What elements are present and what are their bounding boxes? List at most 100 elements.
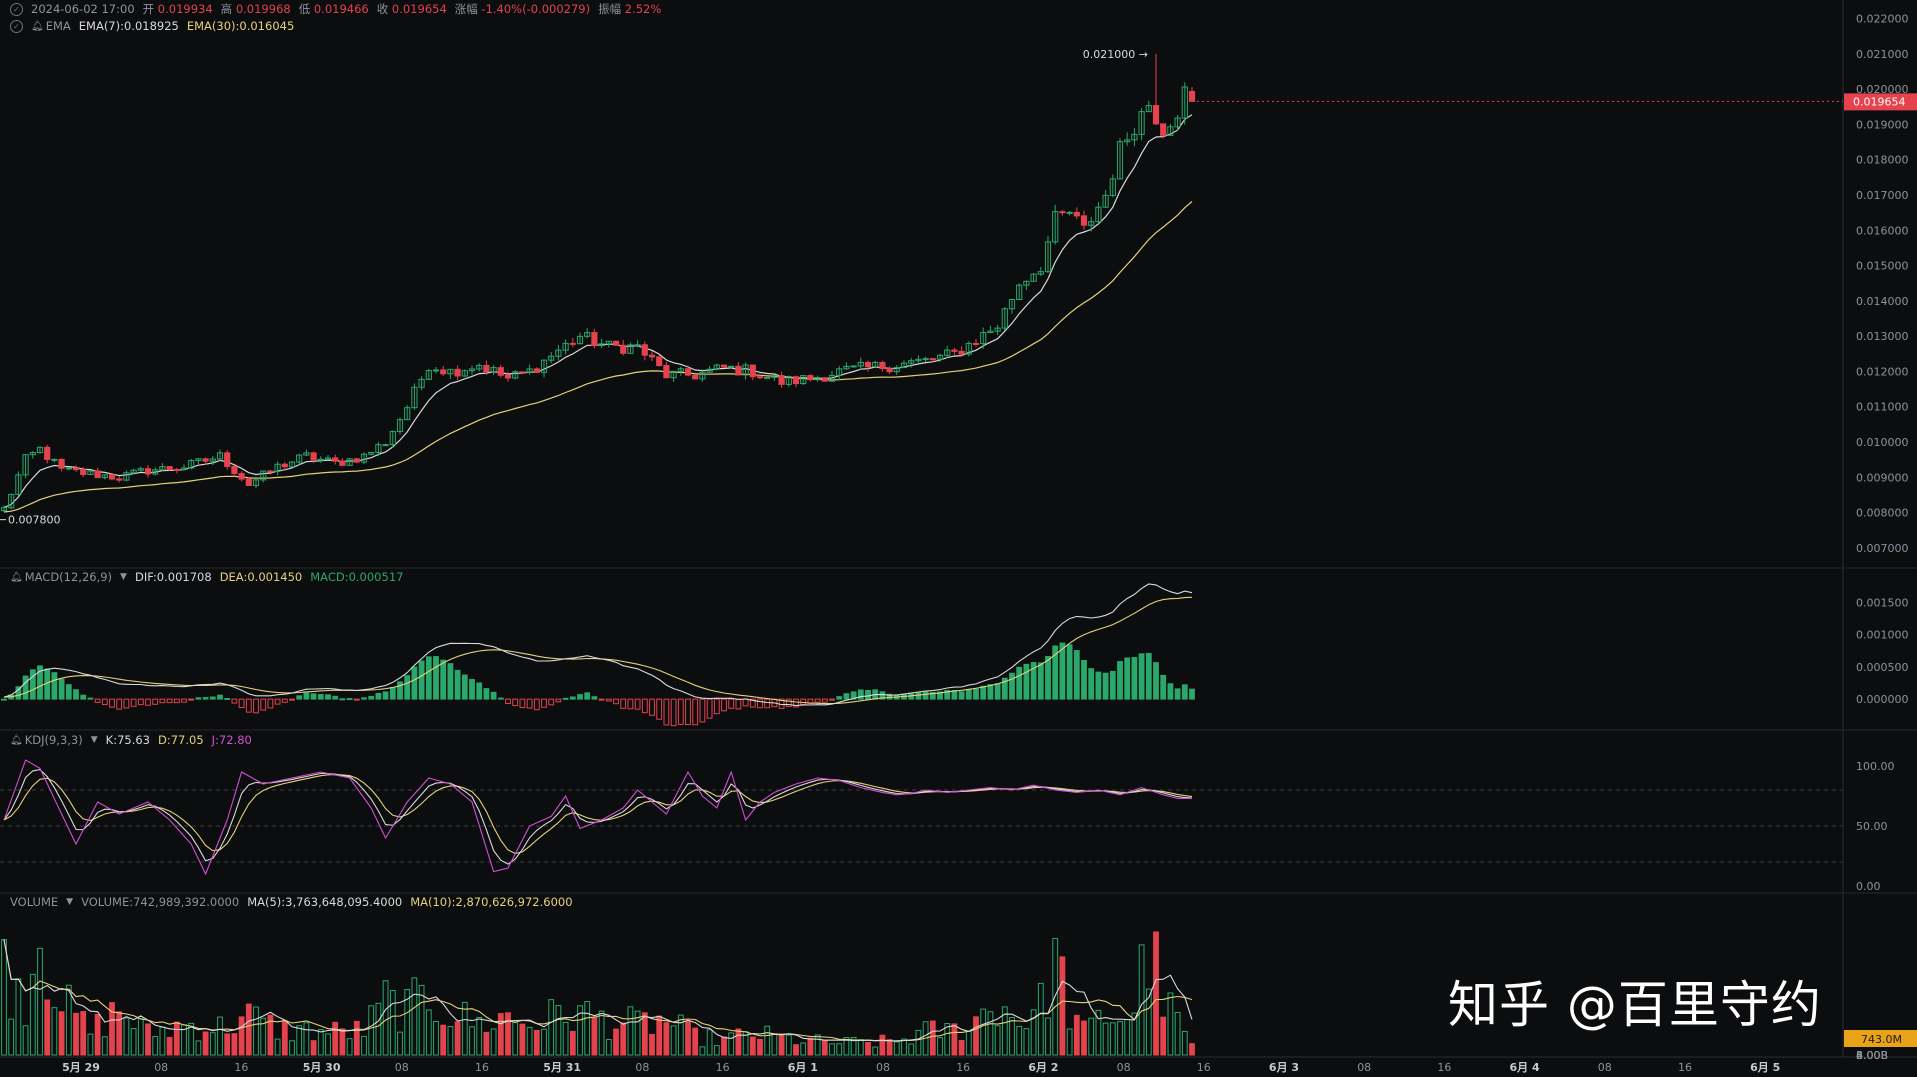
macd-tick-label: 0.000000: [1856, 693, 1909, 706]
volume-bar: [800, 1042, 807, 1056]
volume-bar: [80, 1011, 87, 1056]
macd-histogram-bar: [382, 691, 389, 700]
x-tick-label: 5月 29: [62, 1061, 100, 1074]
macd-histogram-bar: [353, 698, 360, 701]
ema30-line: [3, 201, 1193, 513]
volume-bar: [836, 1043, 843, 1056]
volume-bar: [613, 1028, 619, 1056]
visibility-toggle-icon[interactable]: ✓: [10, 2, 23, 16]
volume-bar: [728, 1032, 735, 1056]
price-tick-label: 0.019000: [1856, 118, 1909, 131]
price-tick-label: 0.016000: [1856, 224, 1909, 237]
volume-bar: [519, 1023, 526, 1056]
candle-body: [267, 470, 274, 473]
current-price-tag: 0.019654: [1853, 95, 1906, 108]
volume-bar: [217, 1016, 223, 1056]
macd-histogram-bar: [195, 697, 202, 700]
trading-chart[interactable]: 0.0220000.0210000.0200000.0190000.018000…: [0, 0, 1917, 1077]
volume-bar: [353, 1020, 360, 1056]
visibility-toggle-icon[interactable]: ✓: [10, 19, 23, 33]
macd-histogram-bar: [620, 698, 627, 709]
macd-histogram-bar: [1174, 688, 1181, 700]
x-tick-label: 08: [154, 1061, 168, 1074]
macd-name[interactable]: MACD(12,26,9): [25, 570, 112, 584]
volume-bar: [145, 1023, 151, 1056]
candle-body: [807, 375, 814, 381]
volume-bar: [814, 1034, 821, 1056]
macd-histogram-bar: [1023, 663, 1030, 700]
macd-histogram-bar: [1117, 661, 1123, 700]
candle-body: [65, 467, 72, 470]
ohlc-header: ✓ 2024-06-02 17:00 开 0.019934 高 0.019968…: [10, 1, 661, 17]
volume-bar: [15, 978, 22, 1056]
volume-bar: [325, 1033, 331, 1056]
candle-body: [454, 368, 461, 377]
macd-histogram-bar: [51, 672, 58, 700]
volume-bar: [973, 1016, 979, 1056]
volume-bar: [987, 1011, 994, 1056]
macd-histogram-bar: [728, 698, 735, 709]
kdj-k: K:75.63: [105, 733, 150, 747]
volume-ma10: MA(10):2,870,626,972.6000: [410, 895, 573, 909]
kdj-tick-label: 0.00: [1856, 880, 1881, 893]
macd-histogram-bar: [649, 698, 655, 716]
price-tick-label: 0.017000: [1856, 189, 1909, 202]
volume-bar: [901, 1038, 907, 1056]
volume-bar: [476, 1016, 483, 1056]
candle-body: [850, 365, 857, 368]
macd-histogram-bar: [526, 698, 533, 709]
x-tick-label: 16: [956, 1061, 970, 1074]
candle-body: [44, 446, 51, 460]
volume-bar: [641, 1012, 648, 1056]
macd-histogram-bar: [785, 698, 792, 707]
candle-body: [735, 365, 742, 376]
candle-body: [166, 466, 173, 470]
kdj-name[interactable]: KDJ(9,3,3): [25, 733, 83, 747]
volume-bar: [685, 1021, 691, 1056]
macd-histogram-bar: [1153, 662, 1159, 700]
ema7-line: [3, 114, 1193, 509]
bell-icon[interactable]: 🔔︎: [10, 735, 23, 746]
volume-bar: [857, 1039, 864, 1056]
price-tick-label: 0.015000: [1856, 260, 1909, 273]
macd-histogram-bar: [1145, 652, 1152, 700]
volume-bar: [22, 1025, 29, 1056]
chevron-down-icon[interactable]: ▼: [120, 572, 127, 582]
candle-body: [1160, 123, 1167, 136]
volume-bar: [1016, 1025, 1023, 1056]
macd-histogram-bar: [569, 696, 576, 700]
chevron-down-icon[interactable]: ▼: [91, 735, 98, 745]
macd-histogram-bar: [598, 698, 605, 701]
volume-bar: [1167, 992, 1174, 1056]
volume-bar: [598, 1010, 605, 1056]
volume-bar: [209, 1032, 216, 1056]
candle-body: [656, 356, 663, 367]
macd-histogram-bar: [433, 656, 439, 700]
volume-name[interactable]: VOLUME: [10, 895, 58, 909]
bell-icon[interactable]: 🔔︎: [10, 572, 23, 583]
macd-histogram-bar: [584, 692, 591, 700]
ema-name[interactable]: EMA: [46, 19, 71, 33]
volume-bar: [929, 1020, 936, 1056]
chevron-down-icon[interactable]: ▼: [66, 897, 73, 907]
candle-body: [749, 364, 756, 378]
kdj-d: D:77.05: [158, 733, 204, 747]
macd-histogram-bar: [591, 696, 598, 700]
macd-histogram-bar: [123, 698, 130, 709]
candle-body: [821, 377, 828, 382]
volume-bar: [533, 1029, 540, 1056]
macd-histogram-bar: [332, 695, 339, 700]
macd-histogram-bar: [490, 691, 497, 700]
bell-icon[interactable]: 🔔︎: [31, 21, 44, 32]
x-tick-label: 08: [876, 1061, 890, 1074]
volume-bar: [512, 1022, 519, 1056]
volume-bar: [375, 1002, 382, 1056]
volume-bar: [872, 1046, 879, 1056]
kdj-d-line: [3, 774, 1193, 855]
macd-histogram-bar: [1124, 657, 1131, 700]
volume-bar: [569, 1030, 576, 1056]
candle-body: [533, 368, 540, 373]
volume-bar: [980, 1008, 987, 1056]
volume-bar: [101, 1036, 108, 1056]
macd-histogram-bar: [641, 698, 648, 714]
